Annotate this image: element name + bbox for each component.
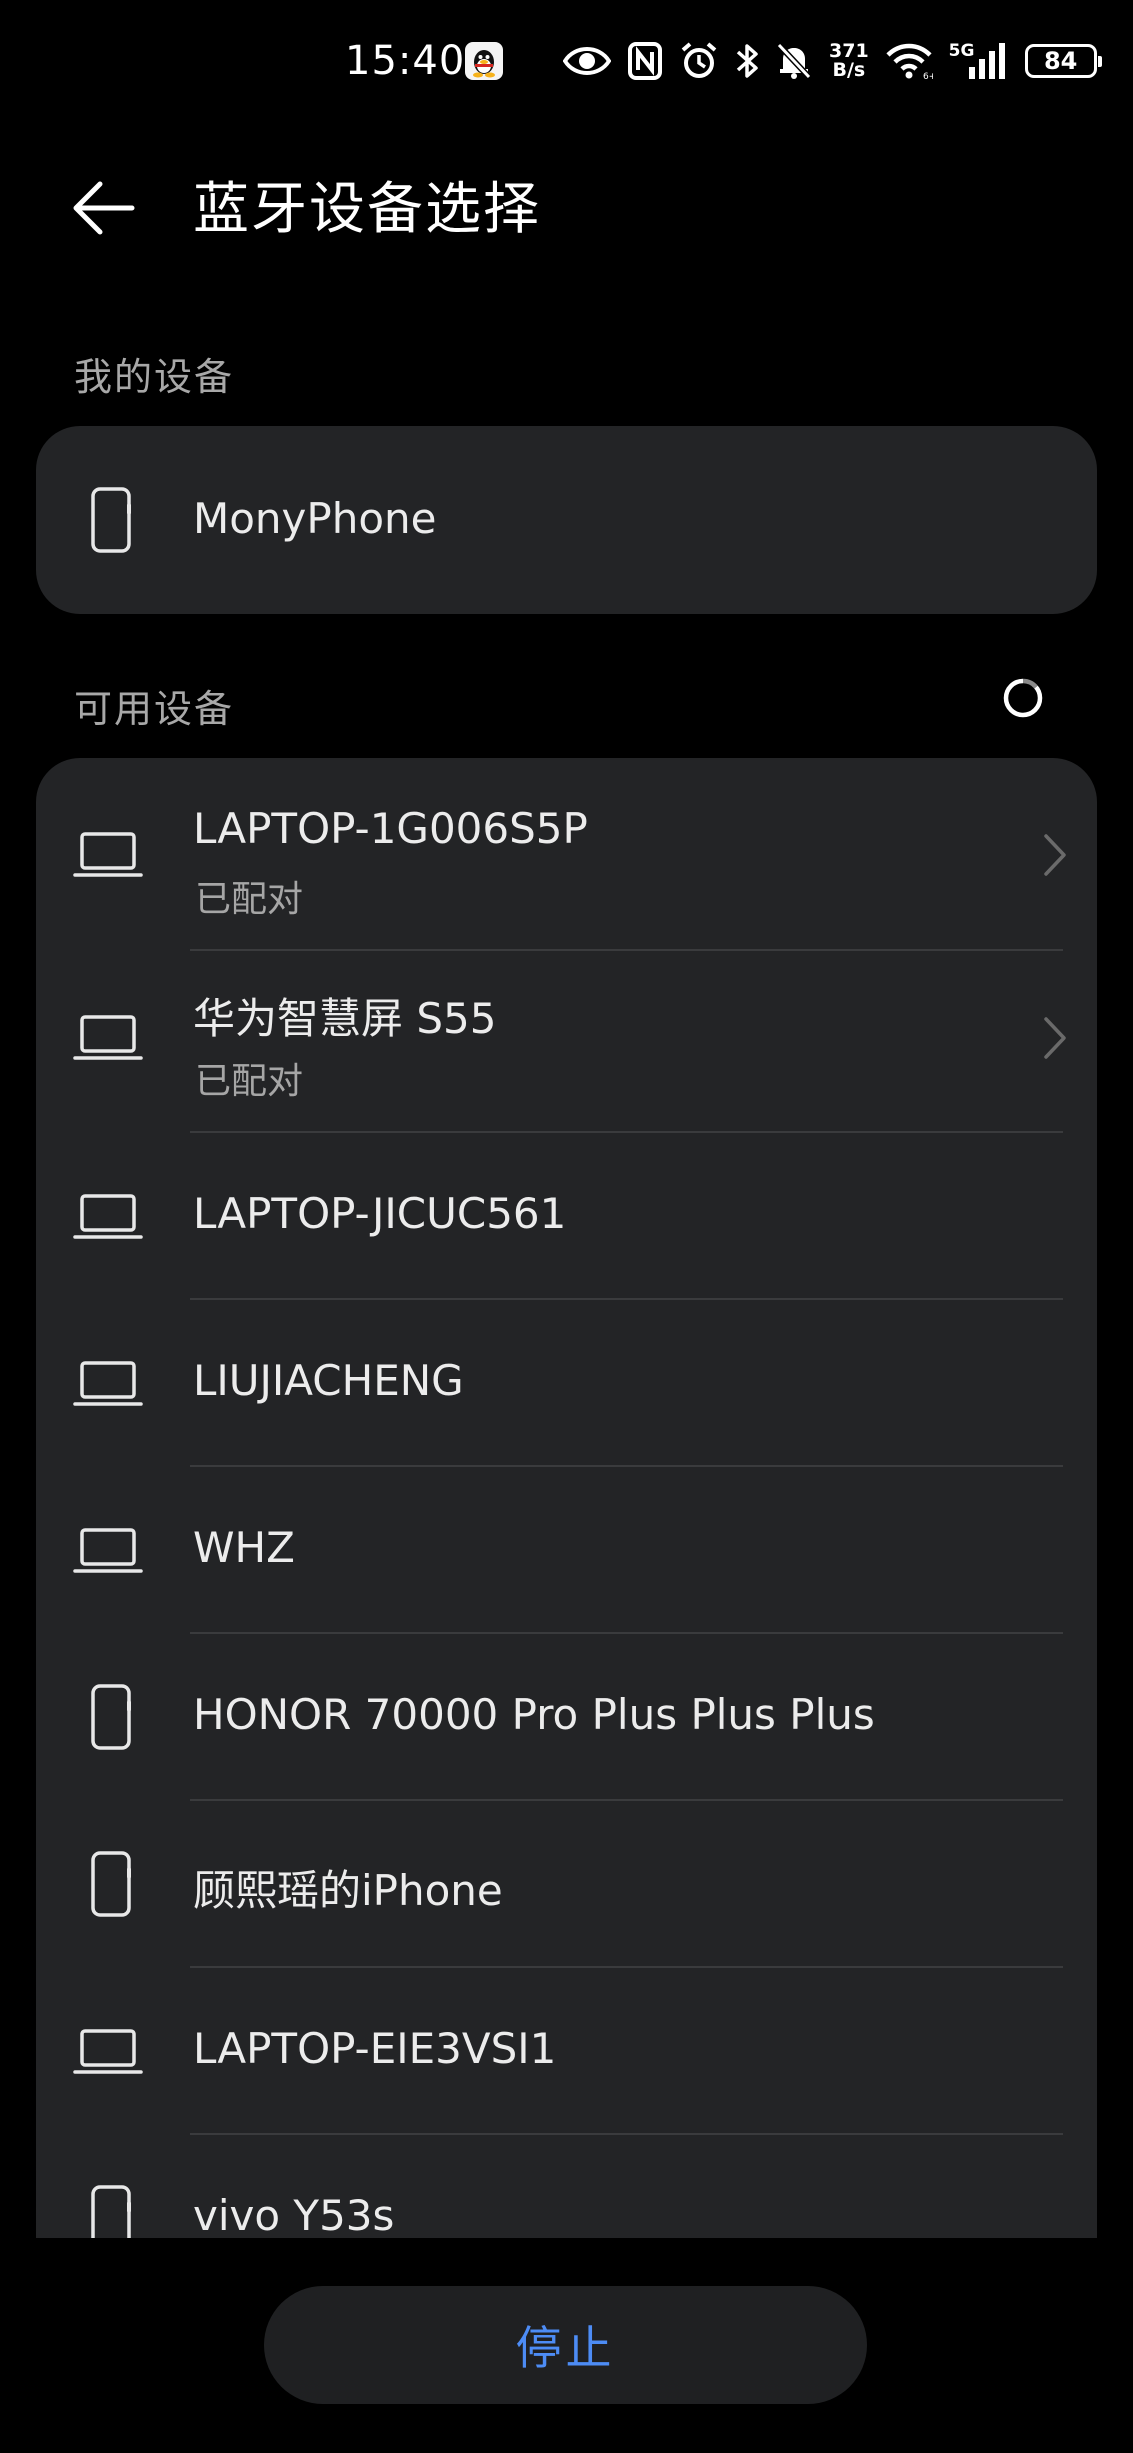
bell-off-icon (776, 42, 812, 80)
device-name: LAPTOP-JICUC561 (193, 1189, 567, 1238)
device-status: 已配对 (195, 1061, 304, 1102)
device-name: LIUJIACHENG (193, 1356, 464, 1405)
signal-icon: 5G (949, 41, 1009, 81)
back-button[interactable] (68, 172, 140, 244)
device-name: WHZ (193, 1523, 295, 1572)
svg-text:6+: 6+ (923, 72, 933, 81)
list-item-device[interactable]: WHZ (36, 1467, 1097, 1634)
eye-icon (563, 47, 611, 75)
section-label-available-devices: 可用设备 (74, 687, 235, 731)
chevron-right-icon[interactable] (1036, 1011, 1076, 1065)
loading-spinner-icon (1003, 678, 1043, 718)
bluetooth-icon (736, 44, 758, 78)
status-time: 15:40 (345, 38, 466, 84)
device-name: 顾熙瑶的iPhone (193, 1866, 503, 1915)
laptop-icon (73, 1361, 143, 1406)
section-label-my-devices: 我的设备 (74, 355, 235, 399)
device-name: vivo Y53s (193, 2191, 395, 2238)
device-name: LAPTOP-EIE3VSI1 (193, 2024, 557, 2073)
device-name: LAPTOP-1G006S5P (193, 804, 588, 853)
phone-icon (91, 1684, 131, 1750)
app-header: 蓝牙设备选择 (0, 140, 1133, 260)
list-item-device[interactable]: 华为智慧屏 S55 已配对 (36, 951, 1097, 1133)
list-item-device[interactable]: LAPTOP-JICUC561 (36, 1133, 1097, 1300)
arrow-left-icon (73, 181, 135, 235)
laptop-icon (73, 832, 143, 877)
laptop-icon (73, 1528, 143, 1573)
stop-button[interactable]: 停止 (264, 2286, 867, 2404)
list-item-device[interactable]: 顾熙瑶的iPhone (36, 1801, 1097, 1968)
battery-icon: 84 (1024, 44, 1102, 78)
alarm-icon (681, 42, 717, 78)
list-item-device[interactable]: LAPTOP-EIE3VSI1 (36, 1968, 1097, 2135)
laptop-icon (73, 1194, 143, 1239)
device-name: MonyPhone (193, 494, 437, 543)
available-devices-list: LAPTOP-1G006S5P 已配对 华为智慧屏 S55 已配对 LAPTOP… (36, 758, 1097, 2238)
page-title: 蓝牙设备选择 (193, 177, 541, 242)
list-item-my-device[interactable]: MonyPhone (36, 426, 1097, 614)
status-bar: 15:40 371 B/s 6+ 5G 84 (0, 0, 1133, 125)
list-item-device[interactable]: LIUJIACHENG (36, 1300, 1097, 1467)
list-item-device[interactable]: HONOR 70000 Pro Plus Plus Plus (36, 1634, 1097, 1801)
nfc-icon (628, 42, 662, 80)
wifi-icon: 6+ (886, 43, 933, 81)
my-devices-list: MonyPhone (36, 426, 1097, 614)
qq-app-icon (465, 42, 503, 80)
phone-icon (91, 2185, 131, 2238)
network-speed: 371 B/s (829, 40, 869, 81)
list-item-device[interactable]: vivo Y53s (36, 2135, 1097, 2238)
phone-icon (91, 1851, 131, 1917)
phone-icon (91, 487, 131, 553)
device-name: 华为智慧屏 S55 (193, 994, 497, 1043)
laptop-icon (73, 2029, 143, 2074)
laptop-icon (73, 1015, 143, 1060)
device-status: 已配对 (195, 879, 304, 920)
device-name: HONOR 70000 Pro Plus Plus Plus (193, 1690, 875, 1739)
list-item-device[interactable]: LAPTOP-1G006S5P 已配对 (36, 758, 1097, 951)
chevron-right-icon[interactable] (1036, 828, 1076, 882)
